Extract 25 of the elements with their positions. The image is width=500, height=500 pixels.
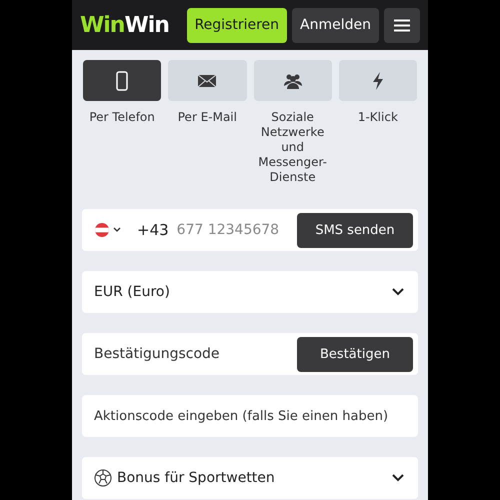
method-label: 1-Klick [358, 110, 398, 125]
chevron-down-icon [392, 288, 404, 296]
confirmation-code-field[interactable]: Bestätigungscode Bestätigen [82, 333, 418, 375]
chevron-down-icon[interactable] [113, 227, 121, 233]
promo-code-field[interactable]: Aktionscode eingeben (falls Sie einen haben) [82, 395, 418, 437]
method-label: Per Telefon [89, 110, 155, 125]
confirm-button[interactable]: Bestätigen [297, 336, 413, 372]
country-code: +43 [137, 221, 169, 239]
method-label: Soziale Netzwerke und Messenger-Dienste [257, 110, 328, 185]
login-button[interactable]: Anmelden [292, 8, 379, 42]
soccer-ball-icon [94, 469, 112, 487]
chevron-down-icon [392, 474, 404, 482]
method-tab[interactable] [83, 60, 162, 101]
send-sms-button[interactable]: SMS senden [297, 212, 413, 248]
method-label: Per E-Mail [178, 110, 237, 125]
menu-icon [394, 18, 410, 32]
menu-button[interactable] [384, 8, 420, 42]
phone-field[interactable]: +43 677 12345678 SMS senden [82, 209, 418, 251]
method-tab[interactable] [254, 60, 332, 101]
register-button[interactable]: Registrieren [186, 8, 288, 42]
flag-icon[interactable] [94, 223, 110, 237]
bonus-dropdown[interactable]: Bonus für Sportwetten [82, 457, 418, 499]
method-tab[interactable] [168, 60, 246, 101]
currency-dropdown[interactable]: EUR (Euro) [82, 271, 418, 313]
logo: WinWin [80, 12, 169, 38]
